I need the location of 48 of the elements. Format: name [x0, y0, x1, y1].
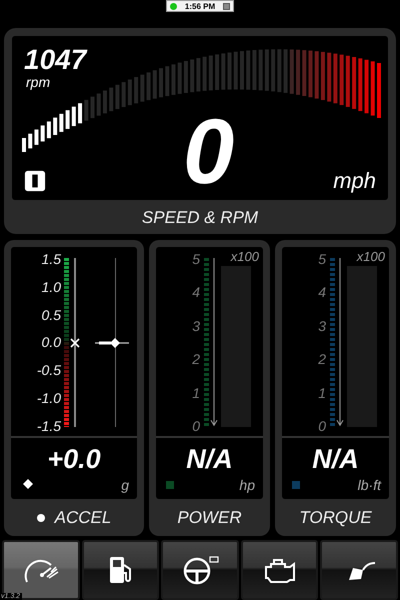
gear-indicator-icon: [24, 170, 46, 192]
tab-button[interactable]: [320, 540, 398, 600]
scale-label: 4: [192, 285, 200, 300]
scale-label: 2: [318, 352, 326, 366]
tab-button[interactable]: [240, 540, 318, 600]
rpm-value: 1047: [24, 46, 86, 74]
scale-label: 0.5: [42, 308, 61, 322]
square-icon: [222, 2, 230, 10]
tab-button[interactable]: [82, 540, 160, 600]
scale-label: 2: [192, 352, 200, 366]
unit-label: g: [121, 477, 129, 493]
tab-button[interactable]: [2, 540, 80, 600]
clock-time: 1:56 PM: [184, 2, 216, 10]
gauge-value: N/A: [311, 444, 360, 475]
gauge-title: POWER: [177, 508, 242, 528]
scale-label: 1.0: [42, 280, 61, 294]
scale-label: 5: [318, 252, 326, 266]
multiplier-label: x100: [356, 250, 385, 264]
rpm-unit: rpm: [26, 74, 52, 90]
gauge-value: +0.0: [46, 444, 102, 475]
scale-label: 0.0: [42, 335, 61, 350]
scale-label: 3: [318, 318, 326, 333]
scale-label: 3: [192, 318, 200, 333]
unit-label: lb·ft: [358, 477, 381, 493]
scale-label: 5: [192, 252, 200, 266]
scale-label: 4: [318, 285, 326, 300]
arrow-line-icon: [335, 258, 345, 427]
scale-label: 0: [192, 418, 200, 433]
scale-label: 1.5: [42, 252, 61, 266]
multiplier-label: x100: [230, 250, 259, 264]
gauge-value: N/A: [185, 444, 234, 475]
scale-label: 1: [192, 386, 200, 400]
arrow-line-icon: [209, 258, 219, 427]
speed-unit: mph: [333, 168, 376, 194]
diamond-icon: [23, 479, 33, 489]
scale-label: 1: [318, 386, 326, 400]
scale-label: -1.5: [36, 418, 61, 433]
tab-button[interactable]: [161, 540, 239, 600]
speed-title: SPEED & RPM: [140, 208, 260, 228]
gauge-title: ACCEL: [54, 508, 112, 528]
scale-label: 0: [318, 418, 326, 433]
dot-icon: [36, 514, 45, 522]
gauge-title: TORQUE: [299, 508, 372, 528]
cross-icon: [70, 338, 80, 348]
scale-label: -0.5: [36, 363, 61, 378]
scale-label: -1.0: [36, 391, 61, 406]
speed-value: 0: [183, 110, 234, 194]
unit-label: hp: [239, 477, 255, 493]
